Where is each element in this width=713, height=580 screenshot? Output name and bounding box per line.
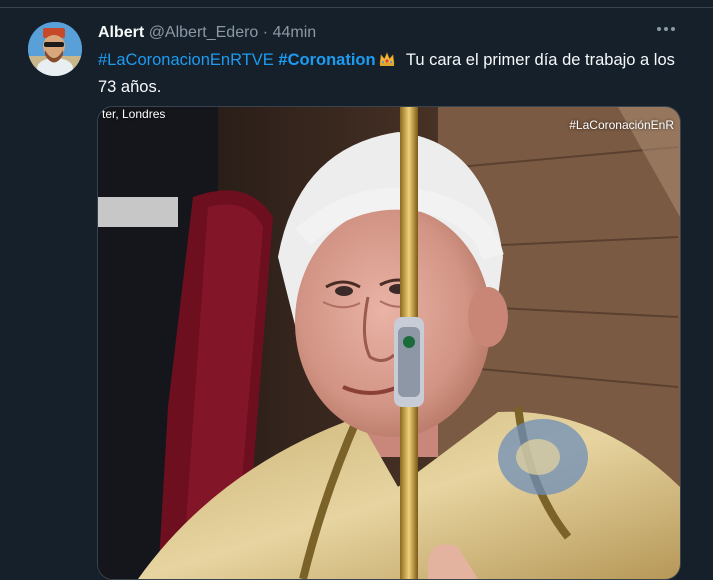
coronation-photo xyxy=(98,107,680,579)
author-name[interactable]: Albert xyxy=(98,24,144,41)
video-hashtag-overlay: #LaCoronaciónEnR xyxy=(569,118,674,132)
tweet-time[interactable]: 44min xyxy=(273,24,317,41)
author-handle[interactable]: @Albert_Edero xyxy=(149,24,259,41)
video-location-overlay: ter, Londres xyxy=(102,107,166,121)
avatar-image xyxy=(28,22,82,76)
header-separator: · xyxy=(262,24,269,41)
tweet-text: #LaCoronacionEnRTVE #Coronation Tu cara … xyxy=(98,48,688,99)
avatar[interactable] xyxy=(28,22,82,76)
tweet-media-image[interactable]: ter, Londres #LaCoronaciónEnR xyxy=(97,106,681,580)
crown-emoji-icon xyxy=(378,50,396,75)
tweet-header: Albert @Albert_Edero · 44min xyxy=(98,24,316,42)
more-horizontal-icon[interactable] xyxy=(655,20,677,43)
top-divider xyxy=(0,7,713,8)
hashtag-link[interactable]: #Coronation xyxy=(278,51,375,69)
hashtag-link[interactable]: #LaCoronacionEnRTVE xyxy=(98,51,274,69)
